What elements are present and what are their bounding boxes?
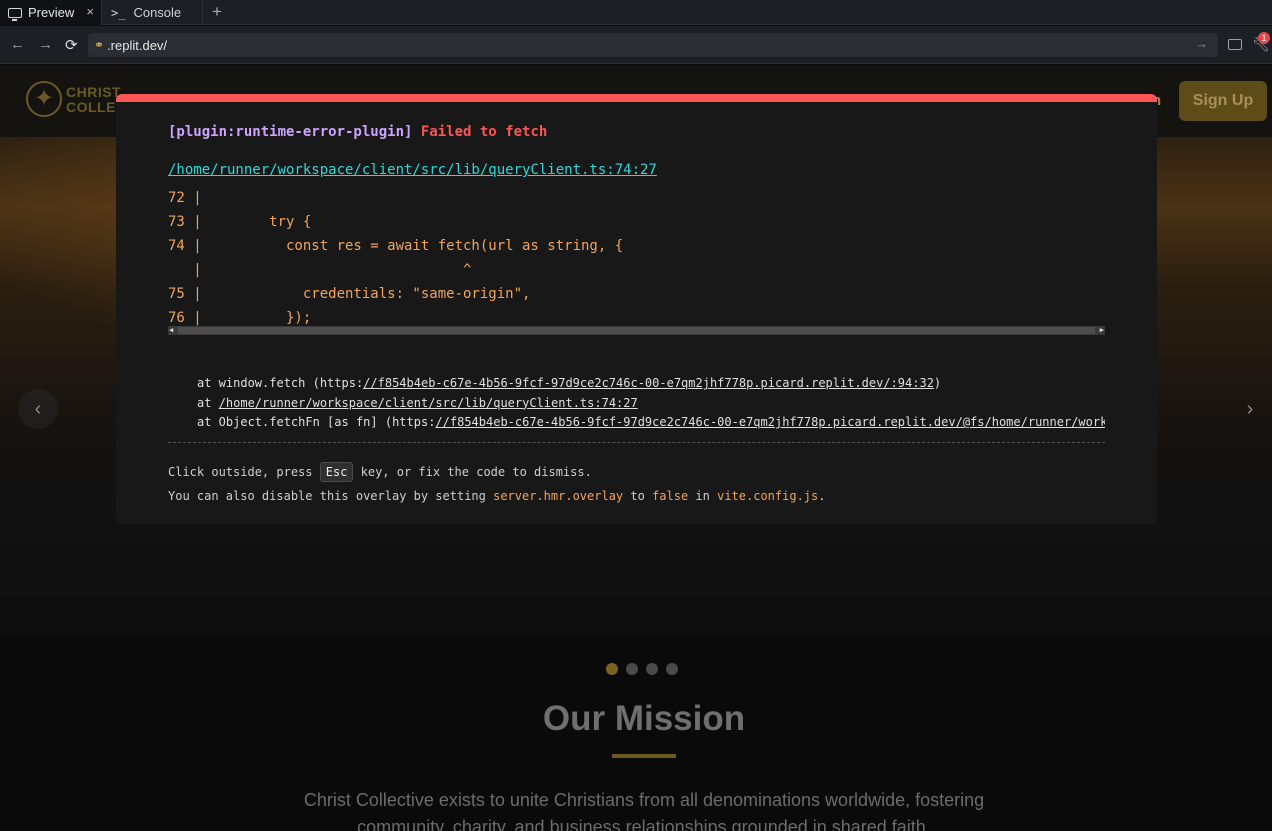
error-file-link[interactable]: /home/runner/workspace/client/src/lib/qu… — [168, 162, 657, 178]
open-external-icon[interactable]: → — [1195, 36, 1208, 51]
carousel-dot[interactable] — [666, 663, 678, 675]
stack-frame: at window.fetch (https://f854b4eb-c67e-4… — [197, 374, 1105, 394]
stack-frame-link[interactable]: //f854b4eb-c67e-4b56-9fcf-97d9ce2c746c-0… — [363, 376, 934, 390]
error-header: [plugin:runtime-error-plugin] Failed to … — [168, 124, 547, 140]
stack-frame-prefix: at window.fetch (https: — [197, 376, 364, 390]
cross-star-icon[interactable]: ✦ — [26, 81, 62, 117]
tip-text: You can also disable this overlay by set… — [168, 489, 494, 503]
mission-text: Christ Collective exists to unite Christ… — [296, 787, 992, 831]
code-frame-scrollbar[interactable]: ◀ ▶ — [168, 326, 1105, 335]
code-line: | ^ — [168, 262, 472, 278]
scroll-left-icon[interactable]: ◀ — [169, 326, 173, 334]
scroll-right-icon[interactable]: ▶ — [1100, 326, 1104, 334]
mission-divider — [612, 754, 676, 758]
stack-frame: at /home/runner/workspace/client/src/lib… — [197, 394, 1105, 414]
carousel-next-button[interactable]: › — [1230, 389, 1270, 429]
tab-console[interactable]: >_ Console — [103, 0, 203, 25]
tip-text: in — [688, 489, 718, 503]
carousel-dot[interactable] — [626, 663, 638, 675]
error-plugin: [plugin:runtime-error-plugin] — [168, 124, 413, 140]
code-line: 72 | — [168, 190, 202, 206]
tip-text: to — [623, 489, 653, 503]
error-message: Failed to fetch — [420, 124, 548, 140]
error-overlay[interactable]: [plugin:runtime-error-plugin] Failed to … — [116, 94, 1157, 524]
link-icon: ⚭ — [94, 38, 105, 52]
tip-text: . — [818, 489, 826, 503]
reload-icon[interactable]: ⟳ — [65, 36, 78, 54]
terminal-icon: >_ — [111, 5, 126, 20]
stack-frame-prefix: at Object.fetchFn [as fn] (https: — [197, 415, 436, 429]
url-text: .replit.dev/ — [107, 37, 168, 53]
tab-preview[interactable]: Preview × — [0, 0, 102, 25]
mission-title: Our Mission — [542, 699, 746, 738]
carousel-dot[interactable] — [646, 663, 658, 675]
tip-setting: server.hmr.overlay — [493, 489, 624, 503]
code-frame: 72 | 73 | try { 74 | const res = await fet… — [168, 186, 623, 330]
stack-frame-link[interactable]: //f854b4eb-c67e-4b56-9fcf-97d9ce2c746c-0… — [435, 415, 1105, 429]
monitor-icon — [8, 7, 22, 21]
tip-text: key, or fix the code to dismiss. — [353, 465, 592, 479]
devtools-icon[interactable] — [1228, 39, 1242, 50]
stack-trace: at window.fetch (https://f854b4eb-c67e-4… — [197, 374, 1105, 433]
stack-frame-suffix: ) — [933, 376, 942, 390]
code-line: 73 | try { — [168, 214, 312, 230]
notification-badge: 1 — [1258, 32, 1270, 44]
stack-frame-link[interactable]: /home/runner/workspace/client/src/lib/qu… — [219, 396, 638, 410]
tab-preview-label: Preview — [28, 5, 75, 20]
tip-value: false — [652, 489, 689, 503]
url-toolbar: ← → ⟳ ⚭ .replit.dev/ → 🔧︎ — [0, 26, 1272, 64]
stack-frame: at Object.fetchFn [as fn] (https://f854b… — [197, 413, 1105, 433]
tip-file: vite.config.js — [717, 489, 819, 503]
tab-bar: Preview × >_ Console + — [0, 0, 1272, 25]
carousel-dots — [606, 663, 678, 675]
new-tab-button[interactable]: + — [212, 2, 222, 22]
overlay-tip: Click outside, press Esc key, or fix the… — [168, 460, 825, 508]
back-icon[interactable]: ← — [10, 36, 25, 53]
address-bar[interactable]: ⚭ .replit.dev/ → — [88, 33, 1218, 57]
close-icon[interactable]: × — [86, 4, 94, 19]
code-line: 74 | const res = await fetch(url as stri… — [168, 238, 624, 254]
carousel-dot[interactable] — [606, 663, 618, 675]
overlay-divider — [168, 442, 1105, 443]
carousel-prev-button[interactable]: ‹ — [18, 389, 58, 429]
tip-text: Click outside, press — [168, 465, 320, 479]
mission-line-2: community, charity, and business relatio… — [357, 817, 931, 831]
esc-key: Esc — [319, 462, 354, 482]
code-line: 75 | credentials: "same-origin", — [168, 286, 531, 302]
stack-frame-prefix: at — [197, 395, 219, 410]
mission-line-1: Christ Collective exists to unite Christ… — [303, 790, 985, 810]
forward-icon[interactable]: → — [38, 36, 53, 53]
scrollbar-thumb[interactable] — [178, 327, 1095, 334]
tab-console-label: Console — [133, 5, 182, 20]
sign-up-button[interactable]: Sign Up — [1179, 81, 1267, 121]
